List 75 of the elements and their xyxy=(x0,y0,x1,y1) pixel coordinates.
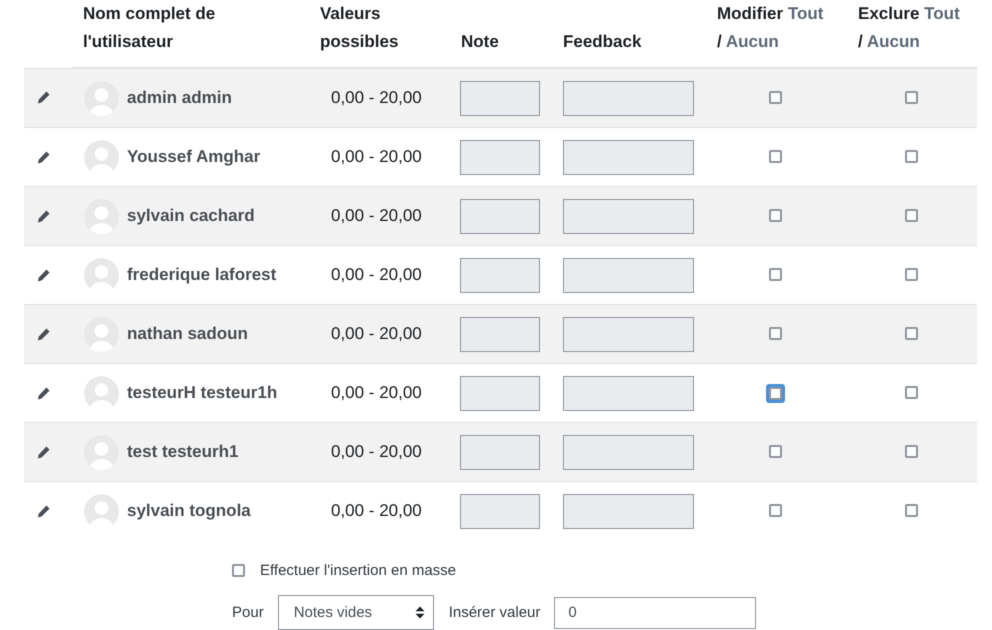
modify-checkbox[interactable] xyxy=(768,445,782,458)
grade-input[interactable] xyxy=(460,494,540,528)
grade-input[interactable] xyxy=(460,434,540,470)
grade-input[interactable] xyxy=(460,376,540,410)
exclude-checkbox[interactable] xyxy=(904,504,918,518)
grade-input[interactable] xyxy=(460,140,540,174)
grade-range-text: 0,00 - 20,00 xyxy=(331,442,422,461)
bulk-insert-checkbox[interactable] xyxy=(232,564,245,577)
user-name-link[interactable]: admin admin xyxy=(127,88,232,108)
exclude-checkbox[interactable] xyxy=(904,91,918,104)
modify-checkbox[interactable] xyxy=(768,150,782,164)
grade-range-text: 0,00 - 20,00 xyxy=(331,324,422,343)
pencil-icon[interactable] xyxy=(37,150,50,164)
grade-range-text: 0,00 - 20,00 xyxy=(331,147,422,166)
for-label: Pour xyxy=(232,604,264,621)
pencil-icon[interactable] xyxy=(37,91,50,104)
select-all-link[interactable]: Tout xyxy=(924,4,960,23)
grade-input[interactable] xyxy=(460,80,540,116)
exclude-checkbox[interactable] xyxy=(904,327,918,340)
feedback-input[interactable] xyxy=(563,316,694,352)
pencil-icon[interactable] xyxy=(37,328,50,340)
modify-checkbox[interactable] xyxy=(768,91,782,104)
grades-dropdown[interactable]: Notes vides xyxy=(278,595,434,630)
column-header: Modifier xyxy=(717,4,784,23)
feedback-input[interactable] xyxy=(563,198,694,234)
modify-checkbox[interactable] xyxy=(768,327,782,340)
modify-checkbox[interactable] xyxy=(768,504,782,518)
select-all-link[interactable]: Tout xyxy=(788,4,824,23)
exclude-checkbox[interactable] xyxy=(904,445,918,458)
feedback-input[interactable] xyxy=(563,434,694,470)
user-name-link[interactable]: nathan sadoun xyxy=(127,324,248,344)
pencil-icon[interactable] xyxy=(37,504,50,518)
bulk-insert-label: Effectuer l'insertion en masse xyxy=(260,562,456,579)
pencil-icon[interactable] xyxy=(37,268,50,282)
user-name-link[interactable]: frederique laforest xyxy=(127,265,276,285)
column-header: Exclure xyxy=(858,4,920,23)
column-header: Valeurs possibles xyxy=(320,3,400,53)
insert-value-input[interactable]: 0 xyxy=(554,596,756,628)
grade-range-text: 0,00 - 20,00 xyxy=(331,206,422,225)
column-header: Feedback xyxy=(563,31,642,53)
grade-range-text: 0,00 - 20,00 xyxy=(331,501,422,520)
grade-range-text: 0,00 - 20,00 xyxy=(331,265,422,284)
slash-separator: / xyxy=(858,32,863,51)
select-none-link[interactable]: Aucun xyxy=(726,32,779,51)
feedback-input[interactable] xyxy=(563,376,694,410)
modify-checkbox[interactable] xyxy=(768,268,782,282)
pencil-icon[interactable] xyxy=(37,210,50,222)
slash-separator: / xyxy=(717,32,722,51)
modify-checkbox[interactable] xyxy=(768,386,782,400)
insert-value-label: Insérer valeur xyxy=(448,604,540,621)
select-none-link[interactable]: Aucun xyxy=(866,32,920,51)
grade-range-text: 0,00 - 20,00 xyxy=(331,88,422,107)
grade-input[interactable] xyxy=(460,198,540,234)
grade-input[interactable] xyxy=(460,258,540,292)
user-name-link[interactable]: sylvain tognola xyxy=(127,501,251,521)
column-header: Nom complet de l'utilisateur xyxy=(83,3,216,53)
user-name-link[interactable]: test testeurh1 xyxy=(127,442,238,462)
user-name-link[interactable]: Youssef Amghar xyxy=(127,147,260,167)
grade-range-text: 0,00 - 20,00 xyxy=(331,383,422,402)
modify-checkbox[interactable] xyxy=(768,209,782,222)
user-name-link[interactable]: testeurH testeur1h xyxy=(127,383,278,403)
feedback-input[interactable] xyxy=(563,494,694,528)
column-header: Note xyxy=(461,31,499,53)
feedback-input[interactable] xyxy=(563,140,694,174)
pencil-icon[interactable] xyxy=(37,446,50,458)
feedback-input[interactable] xyxy=(563,258,694,292)
pencil-icon[interactable] xyxy=(37,386,50,400)
exclude-checkbox[interactable] xyxy=(904,268,918,282)
exclude-checkbox[interactable] xyxy=(904,386,918,400)
exclude-checkbox[interactable] xyxy=(904,150,918,164)
grade-input[interactable] xyxy=(460,316,540,352)
feedback-input[interactable] xyxy=(563,80,694,116)
user-name-link[interactable]: sylvain cachard xyxy=(127,206,255,226)
exclude-checkbox[interactable] xyxy=(904,209,918,222)
up-down-caret-icon xyxy=(414,606,425,619)
